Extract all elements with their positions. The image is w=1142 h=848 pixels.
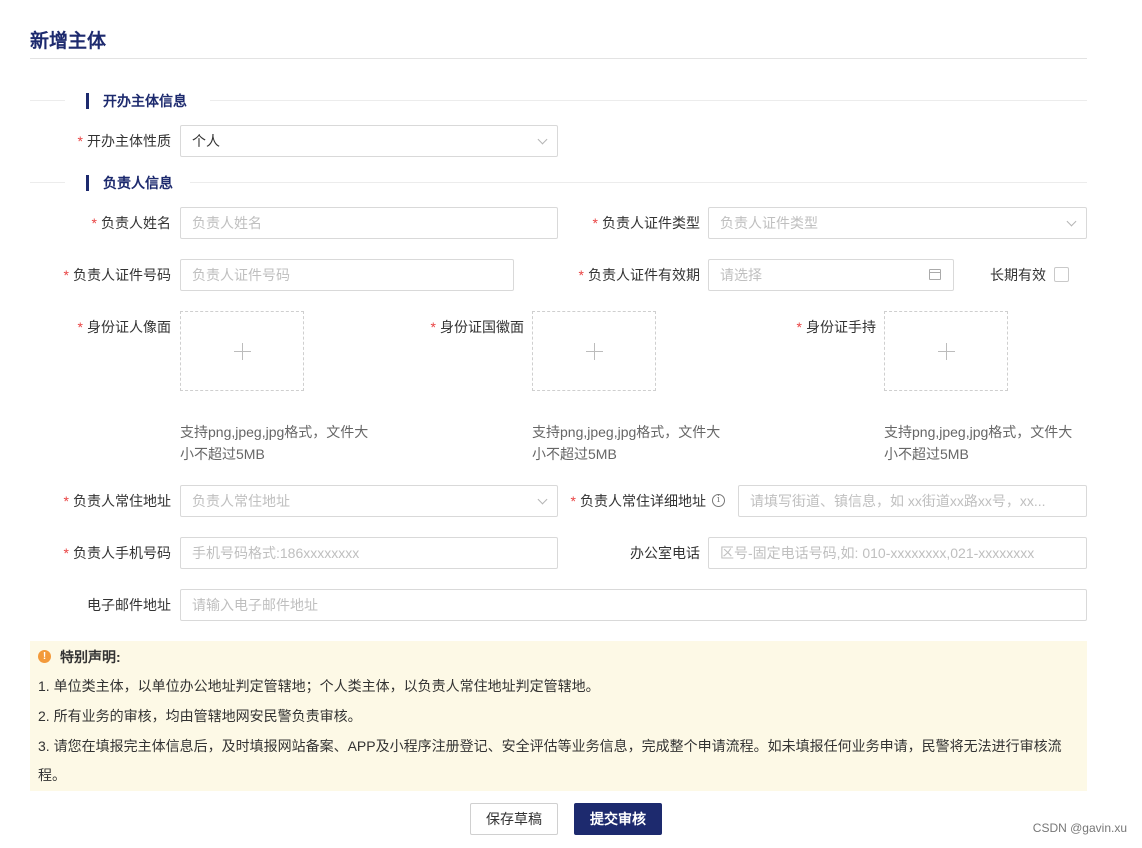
long-term-label: 长期有效 bbox=[990, 267, 1046, 283]
notice-line: 3. 请您在填报完主体信息后，及时填报网站备案、APP及小程序注册登记、安全评估… bbox=[38, 738, 1062, 783]
chevron-down-icon bbox=[1066, 216, 1077, 227]
id-type-label: * 负责人证件类型 bbox=[592, 215, 700, 231]
page-title: 新增主体 bbox=[30, 31, 107, 52]
chevron-down-icon bbox=[537, 494, 548, 505]
submit-review-button[interactable]: 提交审核 bbox=[574, 803, 662, 835]
section-title: 开办主体信息 bbox=[103, 93, 187, 109]
nature-select[interactable]: 个人 bbox=[180, 125, 558, 157]
upload-hint: 支持png,jpeg,jpg格式，文件大小不超过5MB bbox=[180, 424, 369, 462]
address-label: * 负责人常住地址 bbox=[63, 493, 171, 509]
upload-front-label: * 身份证人像面 bbox=[77, 319, 171, 335]
long-term-checkbox[interactable] bbox=[1054, 267, 1069, 282]
upload-back-label: * 身份证国徽面 bbox=[430, 319, 524, 335]
upload-hint: 支持png,jpeg,jpg格式，文件大小不超过5MB bbox=[532, 424, 721, 462]
warning-icon: ! bbox=[38, 650, 51, 663]
section-marker bbox=[86, 175, 89, 191]
upload-front[interactable] bbox=[180, 311, 304, 391]
notice-line: 2. 所有业务的审核，均由管辖地网安民警负责审核。 bbox=[38, 708, 362, 724]
id-validity-label: * 负责人证件有效期 bbox=[578, 267, 700, 283]
id-number-input[interactable]: 负责人证件号码 bbox=[180, 259, 514, 291]
name-input[interactable]: 负责人姓名 bbox=[180, 207, 558, 239]
nature-label: * 开办主体性质 bbox=[77, 133, 171, 149]
address-select[interactable]: 负责人常住地址 bbox=[180, 485, 558, 517]
id-type-select[interactable]: 负责人证件类型 bbox=[708, 207, 1087, 239]
chevron-down-icon bbox=[537, 134, 548, 145]
notice-line: 1. 单位类主体，以单位办公地址判定管辖地；个人类主体，以负责人常住地址判定管辖… bbox=[38, 678, 600, 694]
id-number-label: * 负责人证件号码 bbox=[63, 267, 171, 283]
upload-back[interactable] bbox=[532, 311, 656, 391]
section-entity-info: 开办主体信息 bbox=[30, 91, 1087, 111]
email-input[interactable]: 请输入电子邮件地址 bbox=[180, 589, 1087, 621]
watermark: CSDN @gavin.xu bbox=[1032, 821, 1127, 835]
upload-handheld[interactable] bbox=[884, 311, 1008, 391]
notice-box: ! 特别声明: 1. 单位类主体，以单位办公地址判定管辖地；个人类主体，以负责人… bbox=[30, 641, 1087, 791]
detail-address-label: * 负责人常住详细地址 bbox=[570, 493, 706, 509]
office-phone-input[interactable]: 区号-固定电话号码,如: 010-xxxxxxxx,021-xxxxxxxx bbox=[708, 537, 1087, 569]
phone-label: * 负责人手机号码 bbox=[63, 545, 171, 561]
upload-handheld-label: * 身份证手持 bbox=[796, 319, 876, 335]
section-marker bbox=[86, 93, 89, 109]
info-icon[interactable]: i bbox=[712, 494, 725, 507]
upload-hint: 支持png,jpeg,jpg格式，文件大小不超过5MB bbox=[884, 424, 1073, 462]
notice-title: 特别声明: bbox=[60, 649, 121, 665]
email-label: 电子邮件地址 bbox=[87, 597, 171, 613]
section-title: 负责人信息 bbox=[103, 175, 173, 191]
office-phone-label: 办公室电话 bbox=[630, 545, 700, 561]
id-validity-datepicker[interactable]: 请选择 bbox=[708, 259, 954, 291]
title-divider bbox=[30, 58, 1087, 59]
name-label: * 负责人姓名 bbox=[91, 215, 171, 231]
save-draft-button[interactable]: 保存草稿 bbox=[470, 803, 558, 835]
phone-input[interactable]: 手机号码格式:186xxxxxxxx bbox=[180, 537, 558, 569]
section-person-info: 负责人信息 bbox=[30, 173, 1087, 193]
detail-address-input[interactable]: 请填写街道、镇信息，如 xx街道xx路xx号，xx... bbox=[738, 485, 1087, 517]
calendar-icon bbox=[929, 269, 941, 280]
